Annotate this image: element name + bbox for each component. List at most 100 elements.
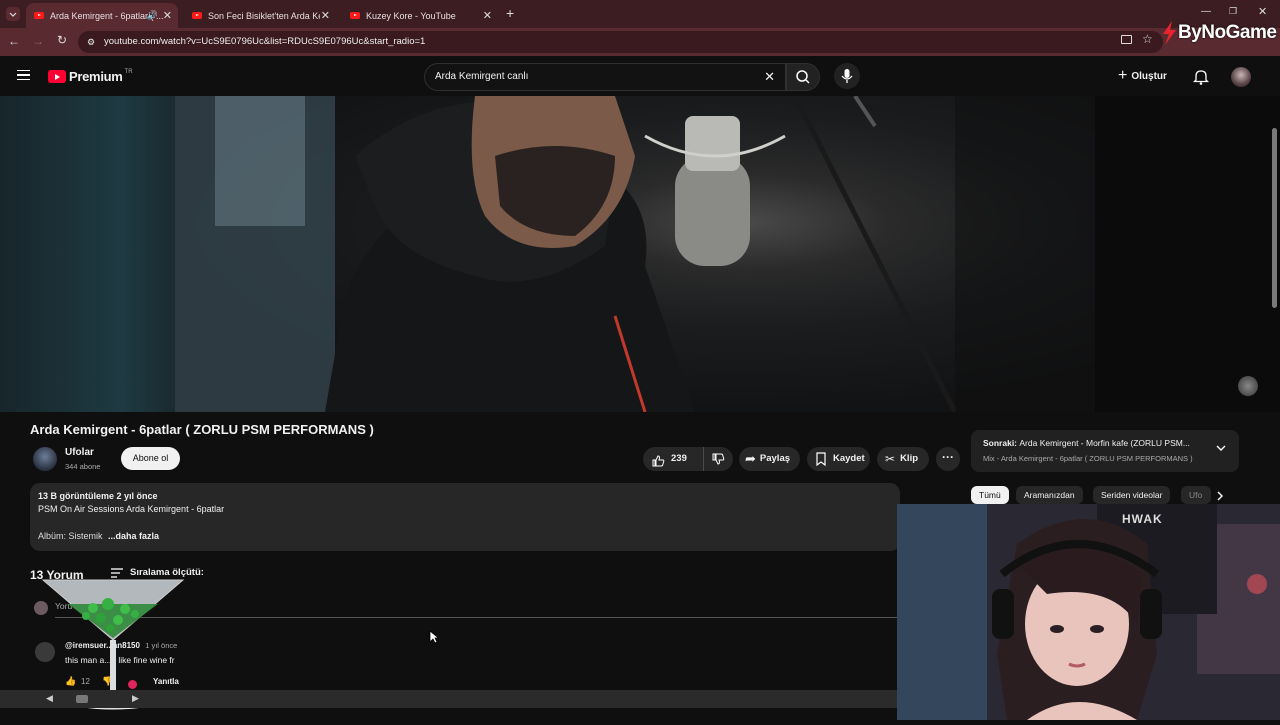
tab-title: Kuzey Kore - YouTube (366, 10, 456, 21)
tab-search-icon[interactable] (6, 7, 20, 21)
thumb-up-icon (652, 455, 665, 467)
next-label: Sonraki: (983, 438, 1018, 448)
back-icon[interactable]: ← (8, 34, 20, 48)
more-actions-button[interactable]: ··· (936, 447, 960, 471)
speaker-icon[interactable]: 🔊 (147, 10, 158, 21)
vertical-scrollbar-thumb[interactable] (1272, 128, 1277, 308)
bynogame-logo-text: ByNoGame (1178, 22, 1277, 43)
youtube-favicon-icon (350, 12, 360, 19)
tab-close-icon[interactable]: ✕ (163, 9, 172, 22)
tab-son-feci[interactable]: Son Feci Bisiklet'ten Arda Kemi... ✕ (184, 3, 336, 28)
description-line: PSM On Air Sessions Arda Kemirgent - 6pa… (38, 504, 225, 514)
tab-close-icon[interactable]: ✕ (321, 9, 330, 22)
streamer-webcam-overlay: HWAK (897, 504, 1280, 720)
horizontal-scrollbar[interactable]: ◀ ▶ (0, 690, 897, 708)
url-text: youtube.com/watch?v=UcS9E0796Uc&list=RDU… (104, 36, 426, 47)
plus-icon: + (1118, 67, 1128, 84)
video-ambient-right (1095, 96, 1280, 412)
heart-icon (128, 680, 137, 689)
search-icon (796, 70, 810, 84)
country-badge: TR (124, 69, 133, 75)
like-button[interactable]: 239 (651, 447, 687, 471)
video-player[interactable] (175, 96, 1095, 412)
window-restore-icon[interactable]: ❐ (1229, 6, 1237, 17)
youtube-premium-logo[interactable]: Premium TR (48, 69, 133, 84)
album-text: Albüm: Sistemik (38, 531, 103, 541)
clear-search-icon[interactable]: ✕ (764, 64, 775, 90)
search-button[interactable] (786, 63, 820, 91)
share-label: Paylaş (759, 453, 791, 464)
channel-name[interactable]: Ufolar (65, 447, 94, 458)
video-frame-image (175, 96, 1095, 412)
youtube-play-icon (48, 70, 66, 83)
search-input[interactable]: Arda Kemirgent canlı ✕ (424, 63, 786, 91)
clip-button[interactable]: ✂ Klip (877, 447, 929, 471)
site-info-icon[interactable]: ⚙ (87, 31, 95, 53)
avatar[interactable] (1231, 67, 1251, 87)
video-title: Arda Kemirgent - 6patlar ( ZORLU PSM PER… (30, 422, 374, 437)
youtube-masthead: Premium TR Arda Kemirgent canlı ✕ + Oluş… (0, 58, 1280, 96)
subscribe-label: Abone ol (132, 453, 169, 463)
description-line: Albüm: Sistemik ...daha fazla (38, 531, 159, 541)
chip-from-search[interactable]: Aramanızdan (1016, 486, 1083, 504)
chip-from-series[interactable]: Seriden videolar (1093, 486, 1171, 504)
more-horiz-icon: ··· (942, 450, 954, 464)
subscribe-button[interactable]: Abone ol (121, 447, 180, 470)
bynogame-mark-icon (1163, 21, 1176, 45)
youtube-favicon-icon (192, 12, 202, 19)
browser-tab-strip: Arda Kemirgent - 6patlar ( ... 🔊 ✕ Son F… (0, 0, 1280, 28)
tab-kuzey-kore[interactable]: Kuzey Kore - YouTube ✕ (342, 3, 498, 28)
logo-text: Premium (69, 69, 123, 84)
channel-watermark-icon[interactable] (1238, 376, 1258, 396)
scroll-right-icon[interactable]: ▶ (132, 693, 139, 704)
share-button[interactable]: ➦ Paylaş (739, 447, 800, 471)
save-button[interactable]: Kaydet (807, 447, 870, 471)
new-tab-button[interactable]: + (506, 5, 514, 21)
search-value: Arda Kemirgent canlı (435, 71, 529, 82)
microphone-icon (841, 69, 853, 83)
create-label: Oluştur (1131, 70, 1167, 82)
like-dislike-group: 239 (643, 447, 733, 471)
scrollbar-thumb[interactable] (76, 695, 88, 703)
mouse-cursor-icon (429, 630, 440, 649)
thumb-down-icon (712, 453, 725, 465)
notifications-bell-icon[interactable] (1192, 68, 1210, 90)
subscriber-count: 344 abone (65, 462, 101, 471)
next-up-subtitle: Mix - Arda Kemirgent - 6patlar ( ZORLU P… (983, 454, 1193, 463)
chip-all[interactable]: Tümü (971, 486, 1009, 504)
address-bar-row: ← → ↻ ⚙ youtube.com/watch?v=UcS9E0796Uc&… (0, 28, 1280, 56)
view-stats: 13 B görüntüleme 2 yıl önce (38, 491, 158, 501)
tab-arda-kemirgent[interactable]: Arda Kemirgent - 6patlar ( ... 🔊 ✕ (26, 3, 178, 28)
voice-search-button[interactable] (834, 63, 860, 89)
channel-avatar[interactable] (33, 447, 57, 471)
scissors-icon: ✂ (885, 452, 896, 466)
show-more-link[interactable]: ...daha fazla (108, 531, 159, 541)
cast-icon[interactable] (1121, 35, 1132, 44)
scroll-left-icon[interactable]: ◀ (46, 693, 53, 704)
video-ambient-left (0, 96, 175, 412)
tab-close-icon[interactable]: ✕ (483, 9, 492, 22)
webcam-poster-text: HWAK (1122, 512, 1163, 526)
dislike-button[interactable] (703, 447, 733, 471)
reload-icon[interactable]: ↻ (57, 33, 67, 47)
share-icon: ➦ (745, 451, 756, 466)
webcam-image (897, 504, 1280, 720)
description-box[interactable]: 13 B görüntüleme 2 yıl önce PSM On Air S… (30, 483, 900, 551)
chip-ufolar[interactable]: Ufo (1181, 486, 1211, 504)
menu-icon[interactable] (17, 70, 30, 80)
create-button[interactable]: + Oluştur (1118, 67, 1167, 85)
window-minimize-icon[interactable]: — (1201, 6, 1211, 17)
next-up-panel[interactable]: Sonraki: Arda Kemirgent - Morfin kafe (Z… (971, 430, 1239, 472)
save-label: Kaydet (833, 453, 865, 464)
next-title: Arda Kemirgent - Morfin kafe (ZORLU PSM.… (1019, 438, 1190, 448)
bookmark-icon (816, 452, 826, 466)
url-input[interactable]: ⚙ youtube.com/watch?v=UcS9E0796Uc&list=R… (78, 31, 1163, 53)
window-close-icon[interactable]: ✕ (1258, 5, 1267, 18)
bookmark-star-icon[interactable]: ☆ (1142, 32, 1153, 46)
clip-label: Klip (900, 453, 919, 464)
like-count: 239 (671, 453, 687, 464)
tab-title: Son Feci Bisiklet'ten Arda Kemi... (208, 10, 320, 21)
chevron-down-icon[interactable] (1215, 443, 1227, 455)
forward-icon[interactable]: → (32, 34, 44, 48)
youtube-favicon-icon (34, 12, 44, 19)
